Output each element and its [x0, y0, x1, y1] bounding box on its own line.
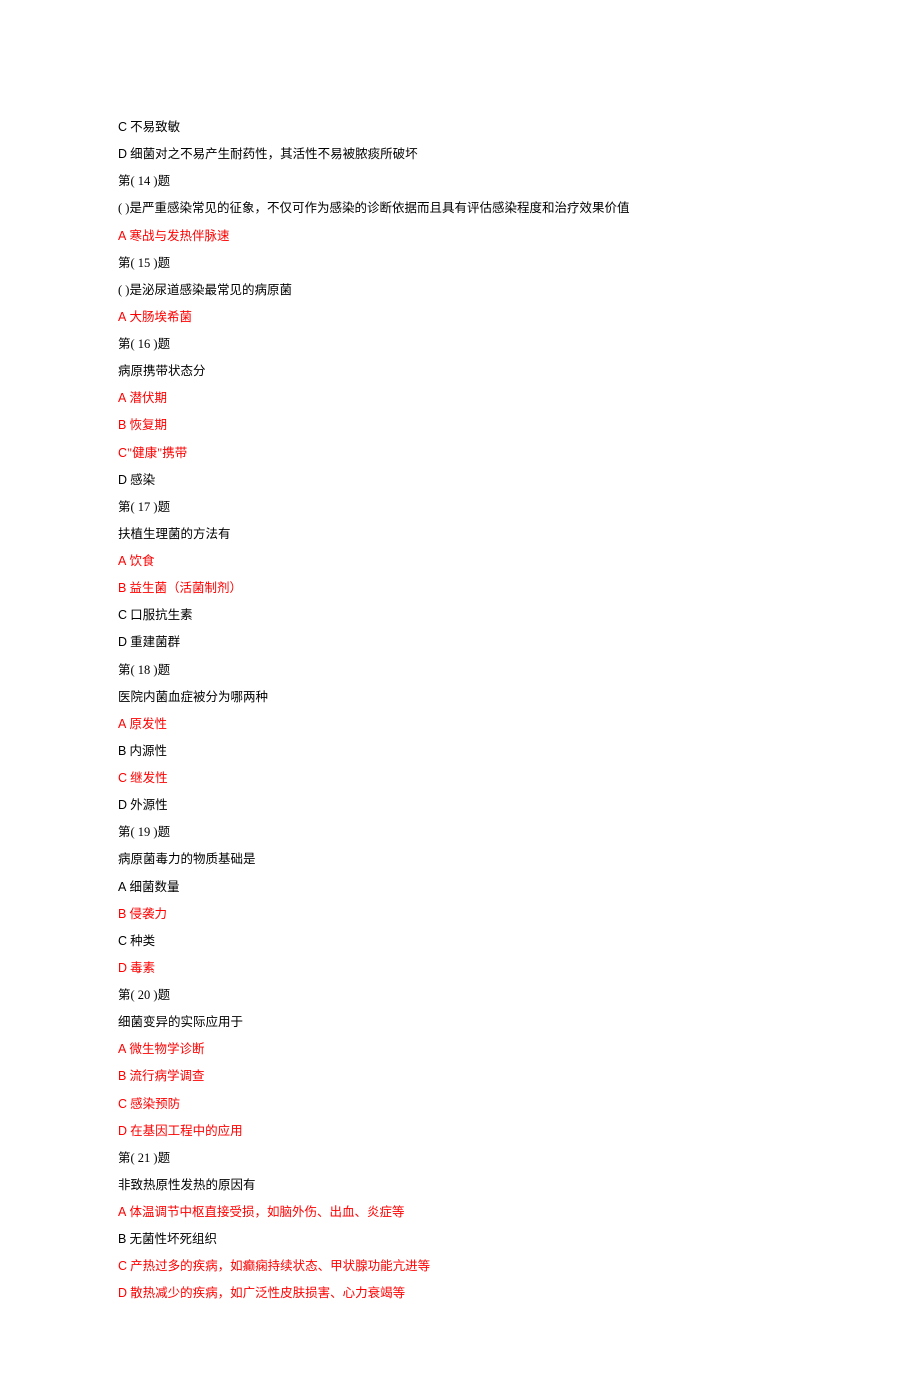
answer-option: A 细菌数量 — [118, 874, 802, 901]
answer-option: D 在基因工程中的应用 — [118, 1118, 802, 1145]
option-letter: D — [118, 798, 127, 812]
answer-option: A 寒战与发热伴脉速 — [118, 223, 802, 250]
option-letter: C — [118, 120, 127, 134]
option-text: 继发性 — [127, 771, 168, 785]
question-stem: 病原携带状态分 — [118, 358, 802, 385]
answer-option: C 不易致敏 — [118, 114, 802, 141]
option-text: 益生菌（活菌制剂） — [126, 581, 242, 595]
option-text: 细菌对之不易产生耐药性，其活性不易被脓痰所破坏 — [127, 147, 418, 161]
option-text: 重建菌群 — [127, 635, 180, 649]
question-stem: ( )是泌尿道感染最常见的病原菌 — [118, 277, 802, 304]
question-heading: 第( 17 )题 — [118, 494, 802, 521]
question-heading: 第( 18 )题 — [118, 657, 802, 684]
option-text: 流行病学调查 — [126, 1069, 204, 1083]
option-text: "健康"携带 — [127, 446, 187, 460]
option-text: 感染预防 — [127, 1097, 180, 1111]
question-heading: 第( 19 )题 — [118, 819, 802, 846]
option-letter: C — [118, 1259, 127, 1273]
document-page: C 不易致敏D 细菌对之不易产生耐药性，其活性不易被脓痰所破坏第( 14 )题(… — [0, 0, 920, 1388]
option-letter: C — [118, 446, 127, 460]
option-letter: D — [118, 1286, 127, 1300]
answer-option: C 感染预防 — [118, 1091, 802, 1118]
answer-option: B 流行病学调查 — [118, 1063, 802, 1090]
answer-option: A 饮食 — [118, 548, 802, 575]
option-text: 外源性 — [127, 798, 168, 812]
answer-option: B 恢复期 — [118, 412, 802, 439]
option-text: 体温调节中枢直接受损，如脑外伤、出血、炎症等 — [126, 1205, 404, 1219]
option-text: 原发性 — [126, 717, 167, 731]
option-letter: C — [118, 608, 127, 622]
option-letter: D — [118, 1124, 127, 1138]
option-text: 感染 — [127, 473, 155, 487]
answer-option: A 大肠埃希菌 — [118, 304, 802, 331]
answer-option: C"健康"携带 — [118, 440, 802, 467]
answer-option: A 微生物学诊断 — [118, 1036, 802, 1063]
option-text: 散热减少的疾病，如广泛性皮肤损害、心力衰竭等 — [127, 1286, 405, 1300]
question-stem: 医院内菌血症被分为哪两种 — [118, 684, 802, 711]
question-heading: 第( 16 )题 — [118, 331, 802, 358]
option-text: 大肠埃希菌 — [126, 310, 192, 324]
answer-option: B 无菌性坏死组织 — [118, 1226, 802, 1253]
answer-option: C 种类 — [118, 928, 802, 955]
option-text: 内源性 — [126, 744, 167, 758]
answer-option: A 体温调节中枢直接受损，如脑外伤、出血、炎症等 — [118, 1199, 802, 1226]
question-heading: 第( 21 )题 — [118, 1145, 802, 1172]
option-text: 口服抗生素 — [127, 608, 193, 622]
option-letter: C — [118, 1097, 127, 1111]
answer-option: D 细菌对之不易产生耐药性，其活性不易被脓痰所破坏 — [118, 141, 802, 168]
answer-option: D 重建菌群 — [118, 629, 802, 656]
answer-option: D 外源性 — [118, 792, 802, 819]
option-text: 在基因工程中的应用 — [127, 1124, 243, 1138]
answer-option: B 侵袭力 — [118, 901, 802, 928]
question-stem: 扶植生理菌的方法有 — [118, 521, 802, 548]
option-text: 毒素 — [127, 961, 155, 975]
answer-option: D 感染 — [118, 467, 802, 494]
option-letter: D — [118, 961, 127, 975]
option-letter: D — [118, 635, 127, 649]
answer-option: A 原发性 — [118, 711, 802, 738]
option-text: 细菌数量 — [126, 880, 179, 894]
option-text: 侵袭力 — [126, 907, 167, 921]
answer-option: C 产热过多的疾病，如癫痫持续状态、甲状腺功能亢进等 — [118, 1253, 802, 1280]
option-text: 寒战与发热伴脉速 — [126, 229, 229, 243]
answer-option: D 毒素 — [118, 955, 802, 982]
question-heading: 第( 15 )题 — [118, 250, 802, 277]
answer-option: C 继发性 — [118, 765, 802, 792]
option-text: 无菌性坏死组织 — [126, 1232, 217, 1246]
option-text: 饮食 — [126, 554, 154, 568]
option-letter: D — [118, 147, 127, 161]
question-heading: 第( 20 )题 — [118, 982, 802, 1009]
option-text: 产热过多的疾病，如癫痫持续状态、甲状腺功能亢进等 — [127, 1259, 430, 1273]
option-text: 种类 — [127, 934, 155, 948]
option-letter: C — [118, 934, 127, 948]
option-text: 潜伏期 — [126, 391, 167, 405]
option-text: 恢复期 — [126, 418, 167, 432]
question-stem: ( )是严重感染常见的征象，不仅可作为感染的诊断依据而且具有评估感染程度和治疗效… — [118, 195, 802, 222]
question-stem: 非致热原性发热的原因有 — [118, 1172, 802, 1199]
answer-option: B 益生菌（活菌制剂） — [118, 575, 802, 602]
option-letter: C — [118, 771, 127, 785]
option-letter: D — [118, 473, 127, 487]
answer-option: B 内源性 — [118, 738, 802, 765]
question-stem: 细菌变异的实际应用于 — [118, 1009, 802, 1036]
question-heading: 第( 14 )题 — [118, 168, 802, 195]
question-stem: 病原菌毒力的物质基础是 — [118, 846, 802, 873]
option-text: 微生物学诊断 — [126, 1042, 204, 1056]
answer-option: A 潜伏期 — [118, 385, 802, 412]
answer-option: C 口服抗生素 — [118, 602, 802, 629]
answer-option: D 散热减少的疾病，如广泛性皮肤损害、心力衰竭等 — [118, 1280, 802, 1307]
option-text: 不易致敏 — [127, 120, 180, 134]
